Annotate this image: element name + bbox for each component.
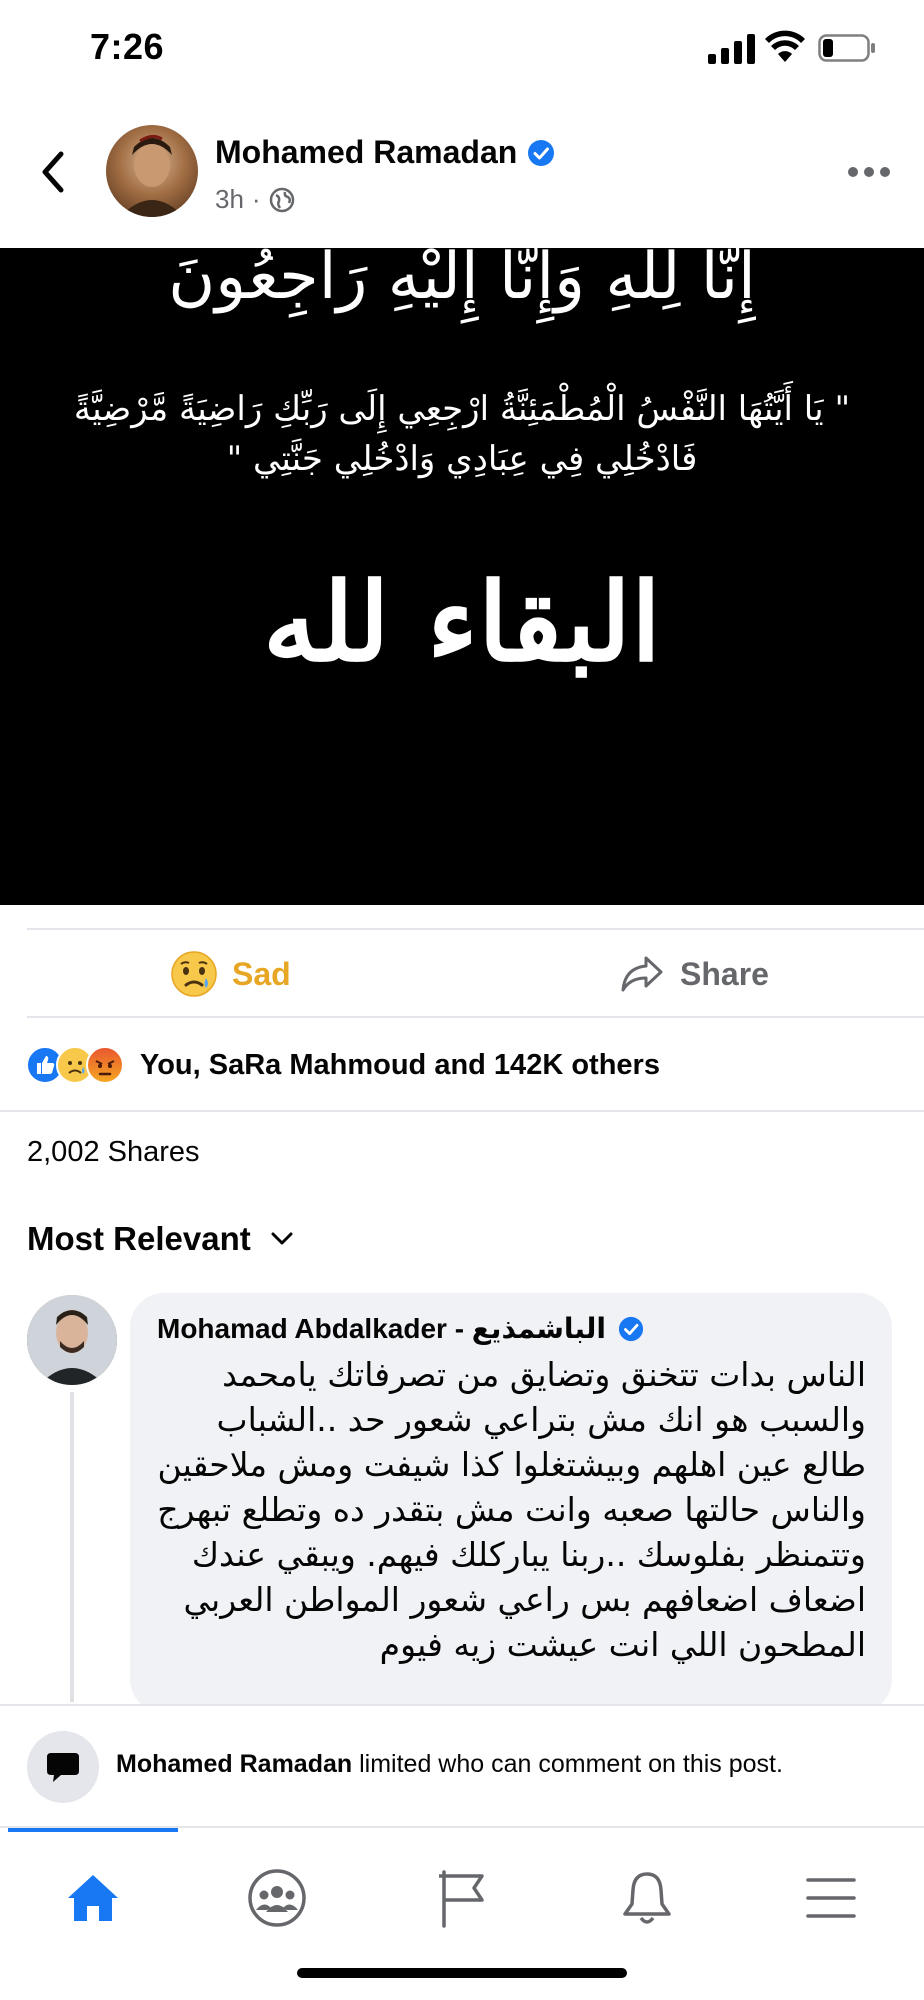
angry-icon xyxy=(86,1046,124,1084)
action-top-divider xyxy=(27,928,924,930)
reactions-divider xyxy=(0,1110,924,1112)
reactions-summary[interactable]: You, SaRa Mahmoud and 142K others xyxy=(26,1040,660,1090)
limited-comments-notice: Mohamed Ramadan limited who can comment … xyxy=(0,1704,924,1826)
verified-badge-icon xyxy=(618,1316,644,1341)
author-name[interactable]: Mohamed Ramadan xyxy=(215,134,517,171)
post-header: Mohamed Ramadan 3h · xyxy=(0,110,924,245)
home-icon xyxy=(68,1875,118,1921)
limited-comments-text: Mohamed Ramadan limited who can comment … xyxy=(116,1750,783,1779)
battery-icon xyxy=(818,34,875,62)
limited-author-name: Mohamed Ramadan xyxy=(116,1750,353,1778)
nav-pages[interactable] xyxy=(408,1848,518,1948)
commenter-avatar[interactable] xyxy=(27,1295,117,1385)
sad-reaction-button[interactable]: Sad xyxy=(170,948,291,1000)
chevron-down-icon xyxy=(271,1232,293,1245)
share-arrow-icon xyxy=(621,956,663,992)
reactions-summary-text[interactable]: You, SaRa Mahmoud and 142K others xyxy=(140,1049,660,1082)
reaction-icons xyxy=(26,1046,124,1084)
comment-author-row[interactable]: Mohamad Abdalkader - الباشمذيع xyxy=(157,1312,644,1345)
back-button[interactable] xyxy=(30,145,74,199)
post-image[interactable]: إِنَّا لِلَّهِ وَإِنَّا إِلَيْهِ رَاجِعُ… xyxy=(0,248,924,905)
avatar-portrait-icon xyxy=(120,134,184,217)
sort-label: Most Relevant xyxy=(27,1220,251,1257)
share-button[interactable]: Share xyxy=(620,948,769,1000)
comment-thread-line xyxy=(70,1392,74,1702)
image-text-line-1: إِنَّا لِلَّهِ وَإِنَّا إِلَيْهِ رَاجِعُ… xyxy=(168,248,756,314)
nav-menu[interactable] xyxy=(776,1848,886,1948)
action-bottom-divider xyxy=(27,1016,924,1018)
groups-icon xyxy=(248,1869,306,1927)
comment-bubble-icon xyxy=(47,1753,79,1782)
status-bar: 7:26 xyxy=(0,0,924,100)
limited-message: limited who can comment on this post. xyxy=(352,1750,783,1778)
comment-author[interactable]: Mohamad Abdalkader - الباشمذيع xyxy=(157,1312,606,1345)
post-meta: 3h · xyxy=(215,184,295,215)
comment-bubble-icon-wrap xyxy=(27,1731,99,1803)
nav-home[interactable] xyxy=(38,1848,148,1948)
nav-notifications[interactable] xyxy=(592,1848,702,1948)
image-text-line-2: " يَا أَيَّتُهَا النَّفْسُ الْمُطْمَئِنَ… xyxy=(73,389,851,429)
notifications-icon xyxy=(623,1872,671,1924)
comment-sort-dropdown[interactable]: Most Relevant xyxy=(27,1220,293,1258)
nav-groups[interactable] xyxy=(222,1848,332,1948)
meta-separator: · xyxy=(251,184,261,214)
cellular-signal-icon xyxy=(708,34,755,64)
status-time: 7:26 xyxy=(90,26,165,67)
image-text-line-3: فَادْخُلِي فِي عِبَادِي وَادْخُلِي جَنَّ… xyxy=(226,439,698,479)
sad-emoji-icon xyxy=(171,951,217,997)
shares-count[interactable]: 2,002 Shares xyxy=(27,1136,200,1169)
author-name-row[interactable]: Mohamed Ramadan xyxy=(215,134,555,171)
comment-text: الناس بدات تتخنق وتضايق من تصرفاتك يامحم… xyxy=(157,1355,866,1664)
verified-badge-icon xyxy=(528,139,555,166)
nav-active-indicator xyxy=(8,1828,178,1832)
wifi-icon xyxy=(765,30,805,62)
commenter-portrait-icon xyxy=(27,1295,117,1385)
home-indicator[interactable] xyxy=(297,1968,627,1978)
chevron-left-icon xyxy=(42,151,64,193)
author-avatar[interactable] xyxy=(106,125,198,217)
globe-icon xyxy=(269,187,294,212)
image-text-line-4: البقاء لله xyxy=(263,560,661,686)
more-options-icon[interactable] xyxy=(846,162,892,182)
post-time[interactable]: 3h xyxy=(215,184,244,215)
share-label: Share xyxy=(680,955,769,992)
sad-label: Sad xyxy=(232,955,291,992)
pages-icon xyxy=(439,1870,484,1928)
menu-icon xyxy=(806,1878,856,1918)
